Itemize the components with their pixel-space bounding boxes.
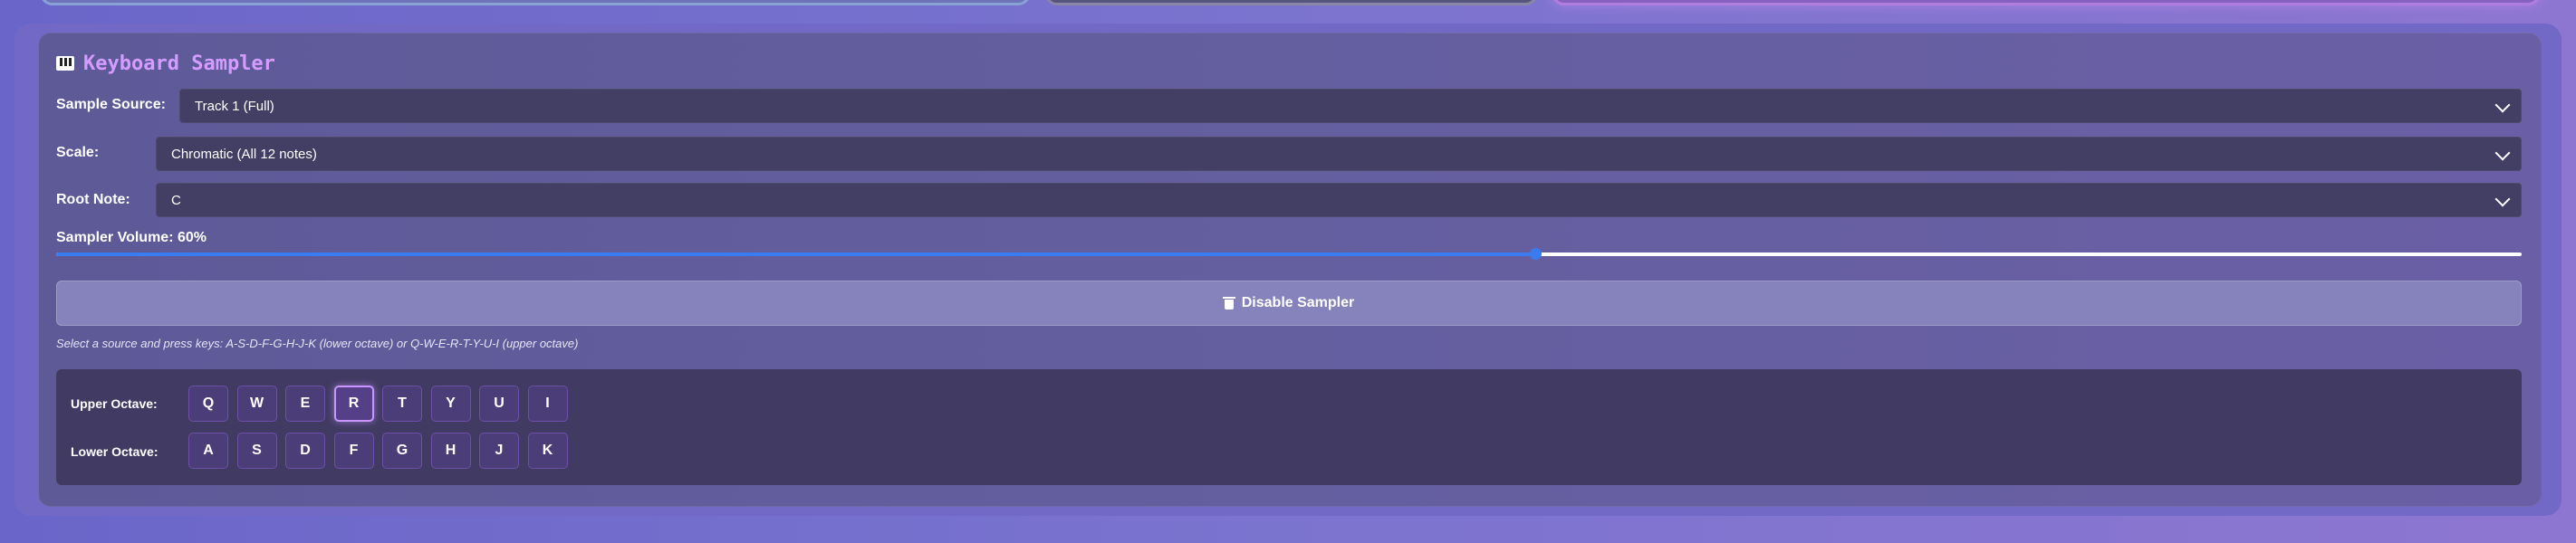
- key-j[interactable]: J: [479, 433, 519, 469]
- key-k[interactable]: K: [527, 433, 568, 469]
- panel-title: Keyboard Sampler: [56, 49, 275, 78]
- key-y[interactable]: Y: [430, 386, 471, 422]
- disable-sampler-button[interactable]: Disable Sampler: [56, 281, 2522, 326]
- piano-icon: [56, 56, 74, 71]
- sampler-help-text: Select a source and press keys: A-S-D-F-…: [56, 337, 579, 350]
- chevron-down-icon: [2494, 191, 2511, 207]
- root-note-value: C: [171, 192, 181, 208]
- chevron-down-icon: [2494, 145, 2511, 161]
- chevron-down-icon: [2494, 97, 2511, 113]
- sample-source-value: Track 1 (Full): [195, 98, 274, 114]
- key-q[interactable]: Q: [188, 386, 228, 422]
- key-s[interactable]: S: [236, 433, 277, 469]
- key-g[interactable]: G: [382, 433, 422, 469]
- key-f[interactable]: F: [333, 433, 374, 469]
- key-w[interactable]: W: [236, 386, 277, 422]
- top-card-right: [1552, 0, 2541, 5]
- key-t[interactable]: T: [382, 386, 422, 422]
- key-d[interactable]: D: [285, 433, 325, 469]
- scale-label: Scale:: [56, 145, 100, 160]
- top-card-middle: [1044, 0, 1538, 5]
- root-note-label: Root Note:: [56, 192, 130, 207]
- sample-source-label: Sample Source:: [56, 97, 166, 112]
- key-u[interactable]: U: [479, 386, 519, 422]
- disable-sampler-label: Disable Sampler: [1241, 295, 1355, 310]
- sampler-volume-slider[interactable]: [56, 248, 2522, 260]
- sample-source-select[interactable]: Track 1 (Full): [179, 89, 2522, 123]
- sampler-volume-label: Sampler Volume: 60%: [56, 230, 207, 245]
- root-note-select[interactable]: C: [156, 183, 2522, 217]
- slider-fill: [56, 252, 1536, 256]
- lower-octave-label: Lower Octave:: [71, 444, 159, 459]
- key-h[interactable]: H: [430, 433, 471, 469]
- key-e[interactable]: E: [285, 386, 325, 422]
- key-i[interactable]: I: [527, 386, 568, 422]
- key-a[interactable]: A: [188, 433, 228, 469]
- scale-select[interactable]: Chromatic (All 12 notes): [156, 137, 2522, 171]
- key-r[interactable]: R: [333, 386, 374, 422]
- upper-octave-label: Upper Octave:: [71, 396, 158, 411]
- trash-icon: [1222, 297, 1235, 310]
- top-card-left: [40, 0, 1031, 5]
- scale-value: Chromatic (All 12 notes): [171, 146, 317, 162]
- panel-title-text: Keyboard Sampler: [83, 52, 275, 75]
- keyboard-panel: Upper Octave: QWERTYUI Lower Octave: ASD…: [56, 369, 2522, 485]
